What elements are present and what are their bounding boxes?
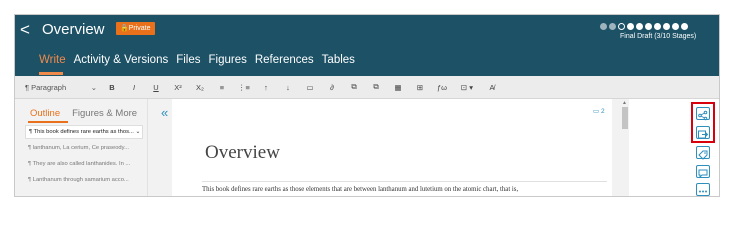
stage-dot [663, 23, 670, 30]
page-title: Overview [42, 21, 105, 38]
stage-dot-completed [600, 23, 607, 30]
tag-icon[interactable] [696, 146, 710, 160]
clear-formatting-button[interactable]: A̸ [485, 83, 499, 92]
panel-tab-indicator [28, 121, 68, 123]
insert-table-button[interactable]: ▦ [391, 83, 405, 92]
stage-label: Final Draft (3/10 Stages) [620, 33, 697, 40]
more-icon[interactable] [696, 183, 710, 196]
bullet-list-button[interactable]: ≡ [215, 83, 229, 92]
scroll-up-arrow[interactable]: ▲ [622, 100, 627, 106]
subscript-button[interactable]: X₂ [193, 83, 207, 92]
format-toolbar: ¶ Paragraph ⌄ B I U X² X₂ ≡ ⋮≡ ↑ ↓ ▭ ∂ ⧉… [15, 76, 719, 99]
insert-grid-button[interactable]: ⊞ [413, 83, 427, 92]
outline-item[interactable]: ¶ This book defines rare earths as thos.… [25, 125, 143, 139]
superscript-button[interactable]: X² [171, 83, 185, 92]
tab-activity-versions[interactable]: Activity & Versions [74, 52, 169, 68]
outline-panel: Outline Figures & More ¶ This book defin… [15, 99, 149, 196]
stage-dot [627, 23, 634, 30]
paragraph-style-select[interactable]: ¶ Paragraph ⌄ [25, 83, 97, 92]
stage-dot [636, 23, 643, 30]
comment-button[interactable]: ▭ [303, 83, 317, 92]
outline-item[interactable]: ¶ lanthanum, La cerium, Ce praseody... [25, 141, 143, 155]
top-header: < Overview 🔒Private Final Draft (3/10 St… [15, 15, 719, 76]
stage-dot-current [618, 23, 625, 30]
stage-dot [654, 23, 661, 30]
tab-tables[interactable]: Tables [322, 52, 355, 68]
numbered-list-button[interactable]: ⋮≡ [237, 83, 251, 92]
document-editor[interactable]: ▭ 2 Overview This book defines rare eart… [172, 99, 612, 196]
panel-tabs: Outline Figures & More [30, 107, 149, 120]
tab-references[interactable]: References [255, 52, 314, 68]
private-badge: 🔒Private [116, 22, 155, 35]
tab-figures[interactable]: Figures [209, 52, 247, 68]
tab-files[interactable]: Files [176, 52, 200, 68]
active-tab-indicator [39, 72, 63, 75]
back-button[interactable]: < [17, 15, 33, 45]
tab-outline[interactable]: Outline [30, 107, 60, 120]
underline-button[interactable]: U [149, 83, 163, 92]
insert-figure-alt-button[interactable]: ⧉ [369, 82, 383, 92]
formula-button[interactable]: ƒω [435, 83, 449, 92]
more-insert-dropdown[interactable]: ⊡ ▾ [457, 83, 477, 92]
move-down-button[interactable]: ↓ [281, 83, 295, 92]
main-tabs: Write Activity & Versions Files Figures … [39, 52, 363, 68]
stage-progress [600, 23, 690, 30]
document-heading[interactable]: Overview [205, 141, 280, 165]
badge-label: Private [128, 25, 151, 32]
lock-icon: 🔒 [120, 25, 129, 32]
italic-button[interactable]: I [127, 83, 141, 92]
collapse-panel-button[interactable]: « [161, 106, 168, 120]
tab-figures-more[interactable]: Figures & More [72, 107, 137, 120]
stage-dot [645, 23, 652, 30]
right-action-rail [629, 99, 719, 196]
editor-scrollbar[interactable]: ▲ [621, 99, 629, 196]
stage-dot [672, 23, 679, 30]
app-window: < Overview 🔒Private Final Draft (3/10 St… [14, 14, 720, 197]
bold-button[interactable]: B [105, 83, 119, 92]
tab-write[interactable]: Write [39, 52, 66, 68]
highlight-box [691, 102, 715, 143]
move-up-button[interactable]: ↑ [259, 83, 273, 92]
comment-icon[interactable] [696, 165, 710, 179]
link-button[interactable]: ∂ [325, 83, 339, 92]
paragraph-style-label: ¶ Paragraph [25, 82, 67, 92]
outline-item[interactable]: ¶ Lanthanum through samarium acco... [25, 173, 143, 187]
comment-count[interactable]: ▭ 2 [593, 107, 605, 115]
stage-dot-completed [609, 23, 616, 30]
scroll-thumb[interactable] [622, 107, 628, 129]
chevron-down-icon: ⌄ [90, 82, 97, 92]
document-paragraph[interactable]: This book defines rare earths as those e… [202, 181, 607, 195]
stage-dot [681, 23, 688, 30]
outline-item[interactable]: ¶ They are also called lanthanides. In .… [25, 157, 143, 171]
insert-figure-button[interactable]: ⧉ [347, 82, 361, 92]
